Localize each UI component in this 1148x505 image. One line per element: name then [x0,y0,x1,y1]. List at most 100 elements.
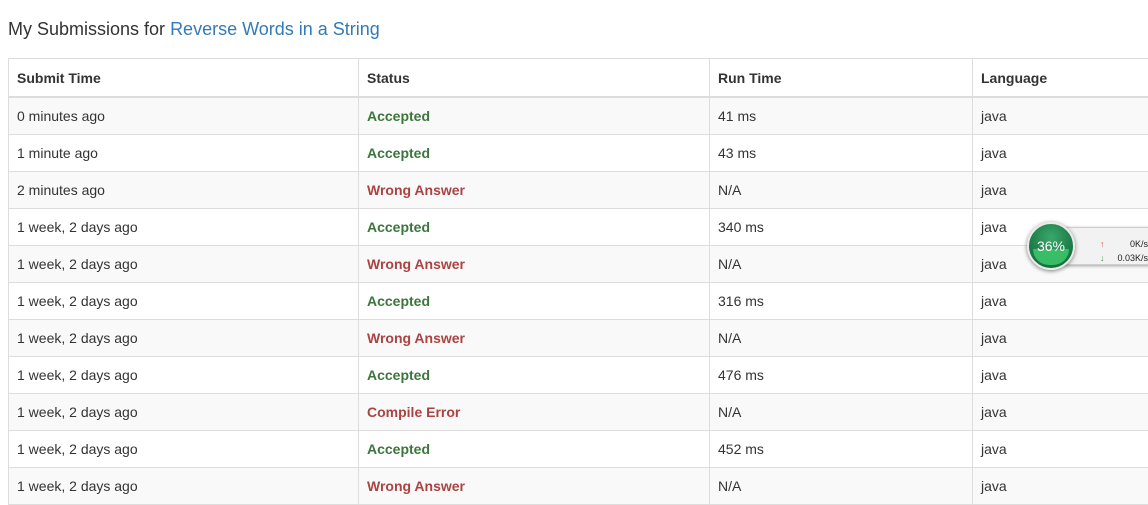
language-cell: java [973,431,1148,468]
status-cell: Accepted [359,135,710,172]
language-cell: java [981,108,1007,124]
status-cell: Accepted [359,97,710,135]
submit-time-cell: 1 minute ago [17,145,98,161]
table-row: 0 minutes ago Accepted 41 ms java [9,97,1148,135]
arrow-up-icon: ↑ [1100,239,1105,249]
status-link[interactable]: Accepted [367,367,430,383]
language-cell: java [973,468,1148,505]
language-cell: java [981,404,1007,420]
status-cell: Wrong Answer [359,172,710,209]
run-time-cell: 476 ms [710,357,973,394]
submit-time-cell: 1 minute ago [9,135,359,172]
language-cell: java [973,357,1148,394]
status-link[interactable]: Wrong Answer [367,478,465,494]
status-link[interactable]: Wrong Answer [367,182,465,198]
submit-time-cell: 2 minutes ago [9,172,359,209]
submit-time-cell: 2 minutes ago [17,182,105,198]
run-time-cell: 340 ms [710,209,973,246]
submit-time-cell: 1 week, 2 days ago [17,330,138,346]
column-header-language: Language [973,59,1148,98]
language-cell: java [981,182,1007,198]
status-cell: Compile Error [359,394,710,431]
memory-usage-ball[interactable]: 36% [1027,222,1075,270]
submit-time-cell: 1 week, 2 days ago [17,219,138,235]
run-time-cell: N/A [710,468,973,505]
run-time-cell: 43 ms [710,135,973,172]
submit-time-cell: 1 week, 2 days ago [9,431,359,468]
table-row: 1 week, 2 days ago Wrong Answer N/A java [9,468,1148,505]
table-row: 1 week, 2 days ago Wrong Answer N/A java [9,246,1148,283]
run-time-cell: 43 ms [718,145,756,161]
column-header-status: Status [359,59,710,98]
table-row: 1 week, 2 days ago Compile Error N/A java [9,394,1148,431]
status-link[interactable]: Accepted [367,219,430,235]
column-header-run-time: Run Time [710,59,973,98]
status-cell: Wrong Answer [359,468,710,505]
run-time-cell: 452 ms [710,431,973,468]
run-time-cell: 316 ms [710,283,973,320]
submit-time-cell: 1 week, 2 days ago [17,441,138,457]
language-cell: java [973,97,1148,135]
status-link[interactable]: Wrong Answer [367,330,465,346]
run-time-cell: N/A [718,478,741,494]
status-link[interactable]: Compile Error [367,404,460,420]
submit-time-cell: 1 week, 2 days ago [9,209,359,246]
status-link[interactable]: Accepted [367,108,430,124]
submit-time-cell: 1 week, 2 days ago [17,256,138,272]
upload-speed-value: 0K/s [1116,239,1148,249]
submissions-table: Submit Time Status Run Time Language 0 m… [8,58,1148,505]
submit-time-cell: 1 week, 2 days ago [9,357,359,394]
run-time-cell: 316 ms [718,293,764,309]
submit-time-cell: 1 week, 2 days ago [9,246,359,283]
language-cell: java [973,172,1148,209]
language-cell: java [973,320,1148,357]
status-cell: Accepted [359,357,710,394]
submit-time-cell: 1 week, 2 days ago [9,468,359,505]
table-row: 1 week, 2 days agoAccepted316 msjava [9,283,1148,320]
language-cell: java [981,330,1007,346]
submit-time-cell: 1 week, 2 days ago [9,320,359,357]
status-link[interactable]: Accepted [367,441,430,457]
submit-time-cell: 1 week, 2 days ago [17,367,138,383]
submit-time-cell: 1 week, 2 days ago [17,404,138,420]
download-speed-value: 0.03K/s [1116,253,1148,263]
status-cell: Accepted [359,283,710,320]
status-link[interactable]: Wrong Answer [367,256,465,272]
network-speed-widget[interactable]: ↑ 0K/s ↓ 0.03K/s + 36% [1027,222,1148,268]
language-cell: java [981,256,1007,272]
run-time-cell: N/A [710,172,973,209]
language-cell: java [981,293,1007,309]
submit-time-cell: 0 minutes ago [17,108,105,124]
run-time-cell: 41 ms [718,108,756,124]
run-time-cell: N/A [710,246,973,283]
language-cell: java [973,283,1148,320]
language-cell: java [981,441,1007,457]
page-title-prefix: My Submissions for [8,19,165,39]
run-time-cell: N/A [718,256,741,272]
memory-usage-percent: 36% [1037,238,1065,254]
table-row: 1 week, 2 days ago Accepted 452 ms java [9,431,1148,468]
table-row: 1 minute agoAccepted43 msjava [9,135,1148,172]
run-time-cell: N/A [710,394,973,431]
language-cell: java [981,367,1007,383]
run-time-cell: N/A [718,404,741,420]
submit-time-cell: 1 week, 2 days ago [17,478,138,494]
page-title: My Submissions for Reverse Words in a St… [8,19,380,40]
run-time-cell: 41 ms [710,97,973,135]
column-header-submit-time: Submit Time [9,59,359,98]
table-row: 1 week, 2 days agoAccepted340 msjava [9,209,1148,246]
status-link[interactable]: Accepted [367,293,430,309]
run-time-cell: N/A [718,182,741,198]
submit-time-cell: 0 minutes ago [9,97,359,135]
status-cell: Accepted [359,431,710,468]
table-header-row: Submit Time Status Run Time Language [9,59,1148,98]
language-cell: java [973,394,1148,431]
submit-time-cell: 1 week, 2 days ago [9,394,359,431]
status-link[interactable]: Accepted [367,145,430,161]
table-row: 2 minutes ago Wrong Answer N/A java [9,172,1148,209]
run-time-cell: 452 ms [718,441,764,457]
status-cell: Accepted [359,209,710,246]
run-time-cell: N/A [718,330,741,346]
problem-link[interactable]: Reverse Words in a String [170,19,380,39]
table-row: 1 week, 2 days ago Accepted 476 ms java [9,357,1148,394]
